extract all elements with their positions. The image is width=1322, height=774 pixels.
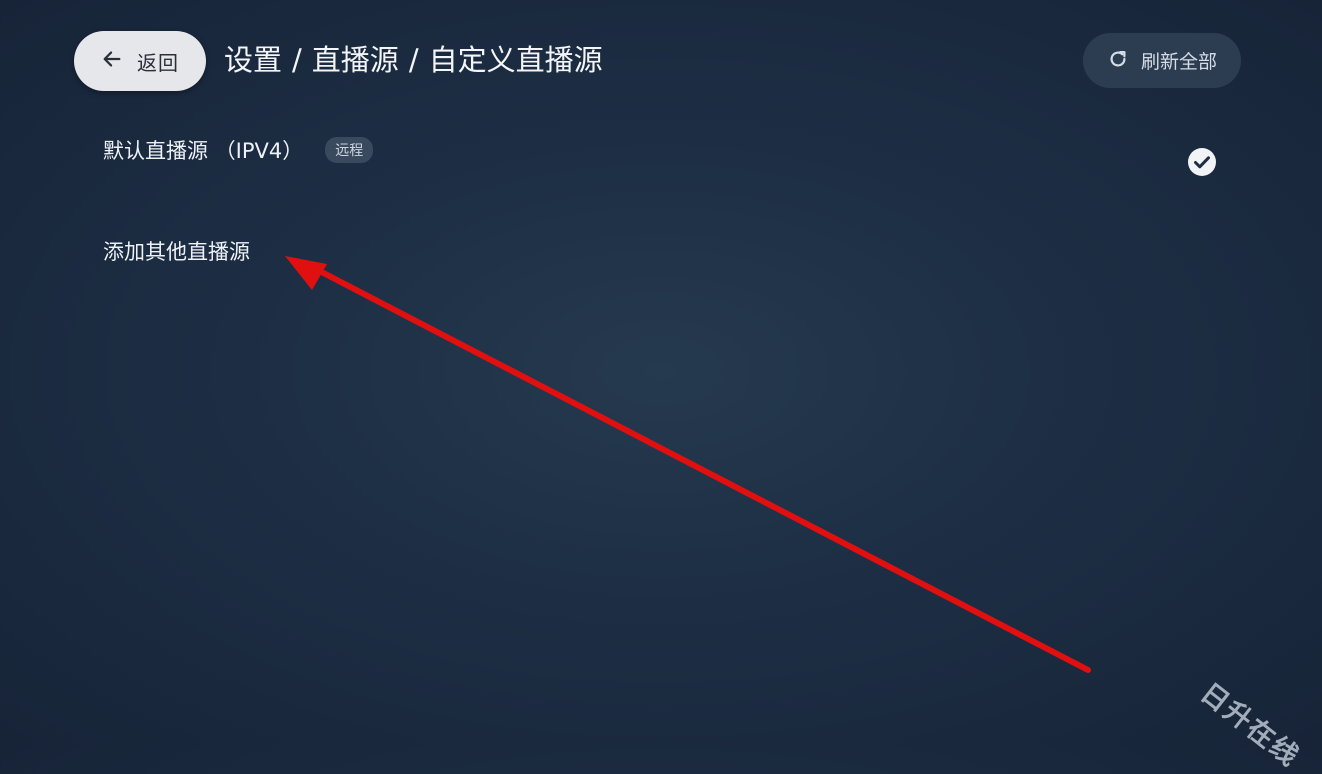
check-circle-icon	[1187, 147, 1217, 177]
refresh-all-label: 刷新全部	[1140, 51, 1217, 73]
breadcrumb-item-live-source: 直播源	[311, 43, 399, 77]
breadcrumb-item-settings: 设置	[224, 43, 283, 77]
breadcrumb-item-custom-source: 自定义直播源	[428, 43, 603, 77]
arrow-left-icon	[101, 48, 123, 74]
live-source-item-default[interactable]: 默认直播源 （IPV4） 远程	[103, 135, 1223, 181]
watermark: 日升在线	[1194, 677, 1306, 774]
breadcrumb-separator: /	[408, 43, 419, 77]
breadcrumb-separator: /	[292, 43, 302, 77]
annotation-arrow	[285, 256, 1091, 673]
remote-badge: 远程	[325, 137, 374, 163]
refresh-icon	[1107, 48, 1129, 74]
add-other-source-item[interactable]: 添加其他直播源	[103, 236, 250, 266]
live-source-name: 默认直播源 （IPV4）	[103, 139, 304, 163]
breadcrumb: 设置 / 直播源 / 自定义直播源	[224, 40, 603, 80]
back-button-label: 返回	[137, 50, 179, 75]
refresh-all-button[interactable]: 刷新全部	[1083, 33, 1241, 88]
back-button[interactable]: 返回	[74, 31, 206, 91]
